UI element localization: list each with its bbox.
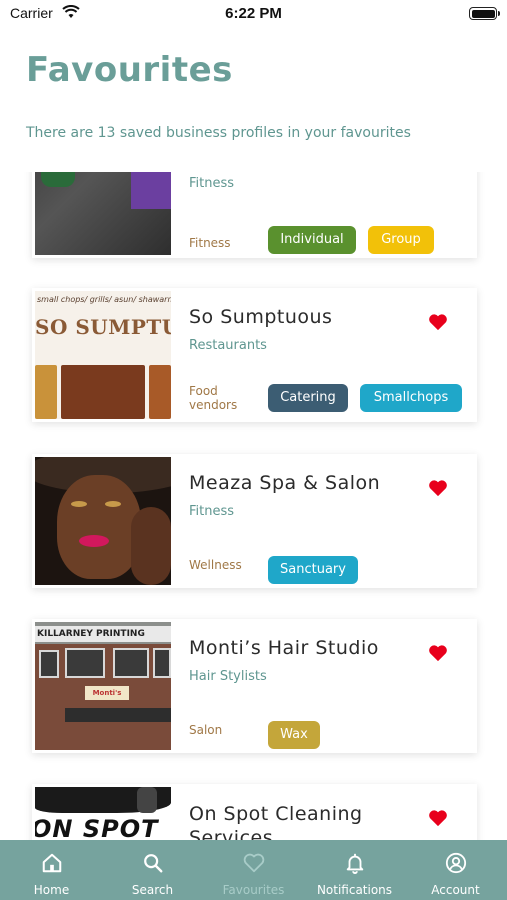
tag-chip-catering[interactable]: Catering	[268, 384, 348, 412]
tag-chip-individual[interactable]: Individual	[268, 226, 356, 254]
tab-label: Account	[431, 883, 480, 897]
tab-account[interactable]: Account	[405, 840, 506, 900]
battery-icon	[469, 7, 500, 20]
favourites-list[interactable]: Fitness Fitness Individual Group small c…	[0, 172, 507, 840]
business-category: Fitness	[189, 176, 235, 191]
favourite-card[interactable]: ON SPOT On Spot Cleaning Services	[32, 784, 477, 840]
thumbnail-title: SO SUMPTUOUS	[35, 315, 171, 339]
status-time: 6:22 PM	[225, 5, 282, 22]
bottom-tab-bar: Home Search Favourites Notifications Acc…	[0, 840, 507, 900]
business-type-label: Fitness	[189, 236, 231, 250]
business-name[interactable]: So Sumptuous	[189, 306, 332, 328]
tag-chip-smallchops[interactable]: Smallchops	[360, 384, 462, 412]
heart-icon	[243, 853, 265, 873]
business-type-label: Salon	[189, 723, 223, 737]
search-icon	[144, 854, 163, 873]
favourite-card[interactable]: Meaza Spa & Salon Fitness Wellness Sanct…	[32, 454, 477, 588]
business-type-label: Food vendors	[189, 384, 238, 412]
thumbnail-sign-text: KILLARNEY PRINTING	[35, 626, 171, 642]
business-category: Restaurants	[189, 338, 267, 353]
favourite-heart-icon[interactable]	[428, 644, 448, 662]
thumbnail-caption: small chops/ grills/ asun/ shawarma	[37, 295, 171, 304]
favourite-heart-icon[interactable]	[428, 809, 448, 827]
business-thumbnail	[35, 172, 171, 255]
business-name[interactable]: Monti’s Hair Studio	[189, 637, 379, 659]
tab-label: Notifications	[316, 883, 393, 897]
business-thumbnail: small chops/ grills/ asun/ shawarma SO S…	[35, 291, 171, 419]
business-thumbnail: ON SPOT	[35, 787, 171, 840]
thumbnail-shop-text: Monti's	[85, 686, 129, 700]
tab-label: Search	[131, 883, 174, 897]
tab-label: Home	[33, 883, 70, 897]
account-icon	[445, 852, 467, 874]
tab-home[interactable]: Home	[1, 840, 102, 900]
business-name[interactable]: On Spot Cleaning Services	[189, 802, 409, 840]
favourites-count-text: There are 13 saved business profiles in …	[26, 125, 411, 141]
tag-chip-sanctuary[interactable]: Sanctuary	[268, 556, 358, 584]
business-thumbnail	[35, 457, 171, 585]
tab-notifications[interactable]: Notifications	[304, 840, 405, 900]
bell-icon	[346, 853, 364, 874]
business-name[interactable]: Meaza Spa & Salon	[189, 472, 380, 494]
tag-chip-wax[interactable]: Wax	[268, 721, 320, 749]
tag-chip-group[interactable]: Group	[368, 226, 434, 254]
business-thumbnail: KILLARNEY PRINTING Monti's	[35, 622, 171, 750]
status-bar: Carrier 6:22 PM	[0, 0, 507, 28]
favourite-card[interactable]: Fitness Fitness Individual Group	[32, 172, 477, 258]
favourite-card[interactable]: KILLARNEY PRINTING Monti's Monti’s Hair …	[32, 619, 477, 753]
home-icon	[42, 853, 62, 873]
page-title: Favourites	[26, 50, 233, 90]
tab-search[interactable]: Search	[102, 840, 203, 900]
business-category: Hair Stylists	[189, 669, 267, 684]
favourite-heart-icon[interactable]	[428, 479, 448, 497]
favourite-card[interactable]: small chops/ grills/ asun/ shawarma SO S…	[32, 288, 477, 422]
thumbnail-title: ON SPOT	[35, 815, 159, 840]
tab-label: Favourites	[222, 883, 285, 897]
business-category: Fitness	[189, 504, 235, 519]
tab-favourites[interactable]: Favourites	[203, 840, 304, 900]
favourite-heart-icon[interactable]	[428, 313, 448, 331]
business-type-label: Wellness	[189, 558, 242, 572]
